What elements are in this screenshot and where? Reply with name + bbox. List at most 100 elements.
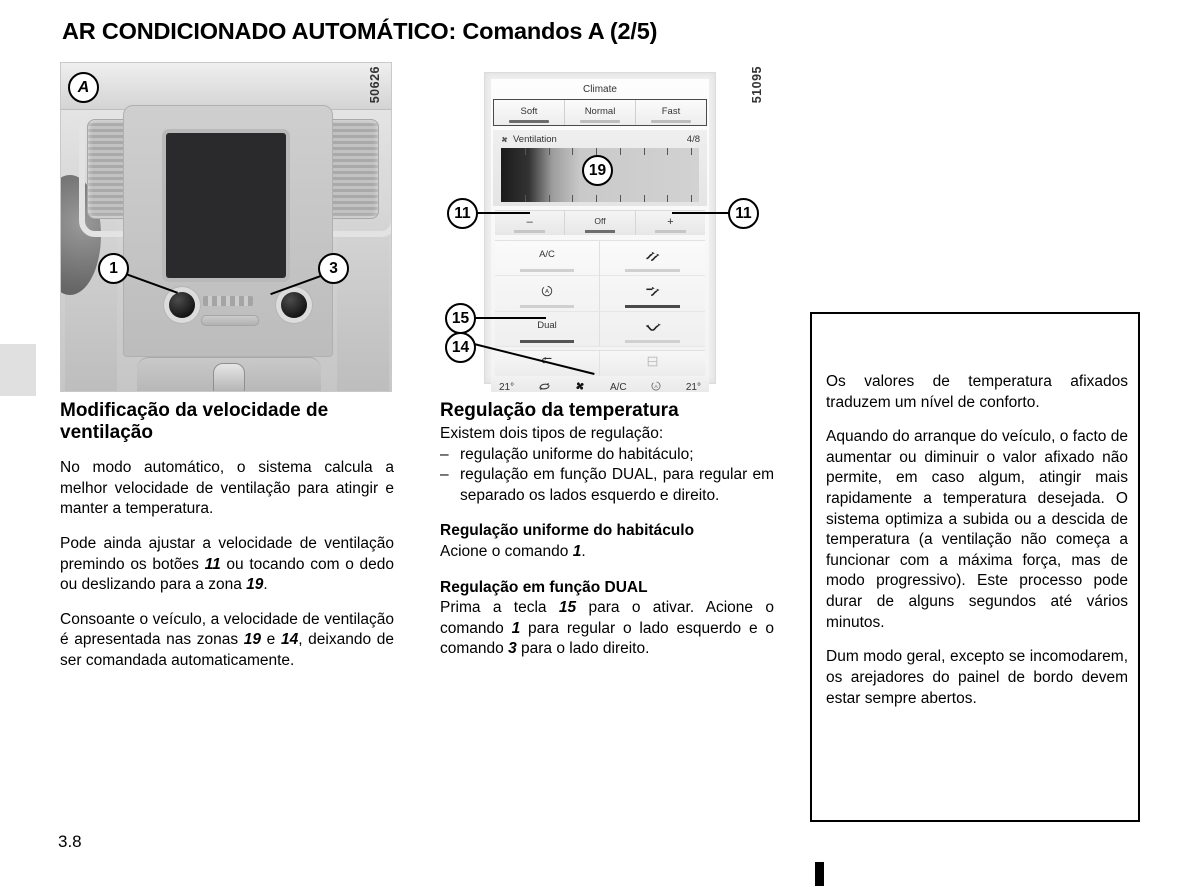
col1-p3-b: e: [261, 631, 281, 649]
airflow-face-feet-button[interactable]: [600, 276, 705, 312]
ac-button[interactable]: A/C: [495, 241, 600, 276]
col2-heading: Regulação da temperatura: [440, 400, 679, 421]
mode-tab-fast-indicator: [651, 120, 691, 123]
col1-p2-ref1: 11: [204, 555, 221, 573]
callout-11-right: 11: [728, 198, 759, 229]
mode-tab-fast-label: Fast: [661, 106, 681, 117]
climate-bottom-bar: 21° A/C A 21°: [491, 376, 709, 392]
bottom-temp-left[interactable]: 21°: [499, 382, 514, 392]
air-flow-face-icon: [645, 251, 660, 262]
menu-grid-icon: [647, 356, 658, 367]
col2-sub2-a: Prima a tecla: [440, 599, 559, 617]
climate-nav-row: [495, 350, 705, 376]
climate-title: Climate: [583, 84, 617, 95]
svg-text:A: A: [545, 289, 549, 295]
ventilation-label: Ventilation: [513, 134, 557, 145]
bullet-dash-1: –: [440, 445, 449, 463]
climate-screen-ui: Climate Soft Normal Fast Ventilation 4/8…: [491, 79, 709, 392]
gauge-ticks-top: [501, 148, 699, 155]
column-temperature-regulation: Regulação da temperatura Existem dois ti…: [440, 400, 774, 660]
gauge-ticks-bottom: [501, 195, 699, 202]
callout-1: 1: [98, 253, 129, 284]
col2-sub1-a: Acione o comando: [440, 543, 573, 561]
recirculation-icon[interactable]: [538, 381, 551, 393]
col2-intro: Existem dois tipos de regulação:: [440, 425, 664, 443]
fan-icon: [501, 136, 508, 143]
col2-bullet-1: – regulação uniforme do habitáculo;: [440, 445, 774, 466]
ventilation-plus-button[interactable]: +: [636, 211, 705, 235]
fan-icon-bottom[interactable]: [574, 380, 586, 392]
col3-paragraph-1: Os valores de temperatura afixados tradu…: [826, 373, 1128, 411]
off-underbar: [584, 230, 616, 233]
temperature-knob-left: [169, 292, 195, 318]
col2-sub2-text: Prima a tecla 15 para o ativar. Acione o…: [440, 598, 774, 660]
column-ventilation-speed: Modificação da velocidade de ventilação …: [60, 400, 394, 672]
svg-text:A: A: [655, 384, 659, 390]
callout-14: 14: [445, 332, 476, 363]
col2-bullet-2: – regulação em função DUAL, para regular …: [440, 465, 774, 506]
ventilation-off-label: Off: [594, 216, 606, 226]
minus-underbar: [514, 230, 545, 233]
ventilation-minus-button[interactable]: –: [495, 211, 566, 235]
callout-19: 19: [582, 155, 613, 186]
col3-paragraph-3: Dum modo geral, excepto se incomodarem, …: [826, 648, 1128, 707]
col1-p3-ref1: 19: [243, 631, 262, 649]
air-flow-feet-icon: [645, 323, 661, 331]
airflow-feet-button[interactable]: [600, 312, 705, 347]
col2-subheading-1: Regulação uniforme do habitáculo: [440, 522, 695, 540]
leader-line-11-right: [672, 212, 730, 215]
callout-11-left: 11: [447, 198, 478, 229]
gear-shifter: [213, 363, 245, 391]
page-title: AR CONDICIONADO AUTOMÁTICO: Comandos A (…: [62, 18, 658, 44]
column-info-notes: Os valores de temperatura afixados tradu…: [826, 372, 1128, 709]
bottom-ac-label[interactable]: A/C: [610, 382, 627, 392]
col1-paragraph-2: Pode ainda ajustar a velocidade de venti…: [60, 534, 394, 596]
dashboard-right-panel: [337, 213, 389, 391]
mode-tab-soft[interactable]: Soft: [494, 100, 565, 125]
col1-paragraph-1: No modo automático, o sistema calcula a …: [60, 459, 394, 518]
mode-tab-fast[interactable]: Fast: [636, 100, 706, 125]
callout-15: 15: [445, 303, 476, 334]
climate-function-grid: A/C A Dual: [495, 240, 705, 347]
center-display-screen: [166, 133, 286, 278]
ventilation-off-button[interactable]: Off: [565, 211, 636, 235]
airflow-face-feet-underbar: [625, 305, 680, 308]
leader-line-11-left: [474, 212, 530, 215]
bottom-temp-right[interactable]: 21°: [686, 382, 701, 392]
mode-tab-normal[interactable]: Normal: [565, 100, 636, 125]
auto-recirculation-button[interactable]: A: [495, 276, 600, 312]
ventilation-minus-label: –: [526, 216, 533, 228]
menu-button[interactable]: [600, 351, 705, 376]
page-number: 3.8: [58, 832, 82, 851]
ventilation-plus-label: +: [667, 216, 674, 228]
col2-sub1-b: .: [581, 543, 586, 561]
callout-A: A: [68, 72, 99, 103]
auto-recirc-icon: A: [541, 285, 553, 297]
airflow-face-button[interactable]: [600, 241, 705, 276]
col2-sub2-ref1: 15: [558, 599, 577, 617]
plus-underbar: [655, 230, 686, 233]
figure-a-reference: 50626: [368, 66, 382, 104]
col2-sub2-ref2: 1: [511, 619, 521, 637]
ventilation-level: 4/8: [686, 134, 700, 145]
col1-paragraph-3: Consoante o veículo, a velocidade de ven…: [60, 610, 394, 672]
windshield-area: [61, 63, 391, 110]
ac-button-label: A/C: [539, 249, 555, 260]
mode-tab-soft-indicator: [509, 120, 549, 123]
console-slot: [201, 315, 259, 326]
figure-dashboard: [60, 62, 392, 392]
airflow-feet-underbar: [625, 340, 680, 343]
col1-heading: Modificação da velocidade de ventilação: [60, 400, 329, 444]
figure-climate-screen: Climate Soft Normal Fast Ventilation 4/8…: [440, 62, 772, 392]
col3-paragraph-2: Aquando do arranque do veículo, o facto …: [826, 428, 1128, 631]
col2-bullet-list: – regulação uniforme do habitáculo; – regu…: [440, 445, 774, 507]
col1-p3-ref2: 14: [280, 631, 299, 649]
col1-p2-ref2: 19: [246, 576, 264, 594]
auto-icon-bottom[interactable]: A: [650, 380, 662, 392]
col2-sub2-ref3: 3: [508, 640, 517, 658]
dual-button-label: Dual: [537, 320, 557, 331]
air-flow-face-feet-icon: [645, 286, 660, 297]
mode-tab-normal-label: Normal: [584, 106, 616, 117]
col2-sub1-text: Acione o comando 1.: [440, 542, 774, 563]
figure-b-reference: 51095: [750, 66, 764, 104]
